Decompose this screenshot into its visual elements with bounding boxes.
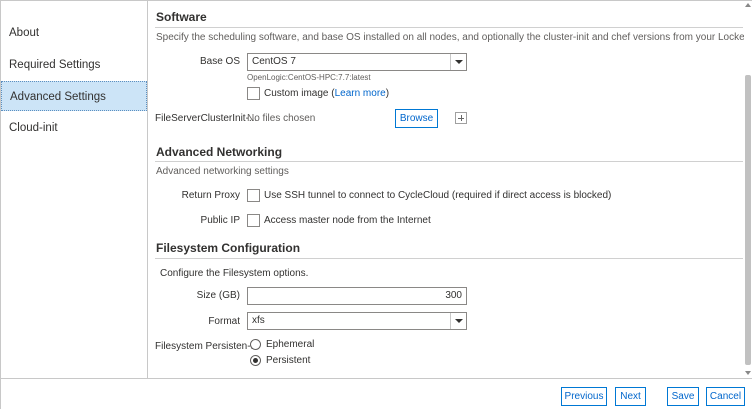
- persistent-radio[interactable]: [250, 355, 261, 366]
- no-files-text: No files chosen: [247, 113, 316, 124]
- sidebar-item-cloud-init[interactable]: Cloud-init: [1, 113, 147, 143]
- base-os-label: Base OS: [199, 56, 240, 67]
- ephemeral-radio[interactable]: [250, 339, 261, 350]
- custom-image-suffix: ): [385, 88, 390, 99]
- base-os-value: CentOS 7: [252, 56, 296, 67]
- vertical-scrollbar[interactable]: [744, 1, 752, 378]
- next-button[interactable]: Next: [615, 387, 646, 406]
- cluster-settings-window: About Required Settings Advanced Setting…: [0, 0, 752, 409]
- sidebar-nav: About Required Settings Advanced Setting…: [1, 1, 148, 378]
- section-divider: [155, 27, 743, 28]
- public-ip-label: Public IP: [200, 215, 240, 226]
- sidebar-item-advanced-settings[interactable]: Advanced Settings: [1, 81, 147, 111]
- scroll-down-icon[interactable]: [745, 371, 751, 375]
- scroll-up-icon[interactable]: [745, 3, 751, 7]
- chevron-down-icon[interactable]: [450, 54, 466, 70]
- save-button[interactable]: Save: [667, 387, 699, 406]
- filesystem-section-title: Filesystem Configuration: [156, 241, 301, 255]
- previous-button[interactable]: Previous: [561, 387, 607, 406]
- custom-image-label: Custom image (Learn more): [264, 88, 389, 99]
- networking-section-title: Advanced Networking: [156, 145, 283, 159]
- persistent-label: Persistent: [266, 355, 311, 366]
- custom-image-text: Custom image (: [264, 88, 335, 99]
- chevron-down-icon[interactable]: [450, 313, 466, 329]
- base-os-hint: OpenLogic:CentOS-HPC:7.7:latest: [247, 73, 371, 82]
- format-label: Format: [208, 316, 240, 327]
- add-cluster-init-icon[interactable]: [455, 112, 467, 124]
- sidebar-item-required-settings[interactable]: Required Settings: [1, 50, 147, 80]
- dialog-footer: Previous Next Save Cancel: [1, 378, 752, 409]
- software-section-title: Software: [156, 10, 207, 24]
- public-ip-text: Access master node from the Internet: [264, 215, 431, 226]
- custom-image-checkbox[interactable]: [247, 87, 260, 100]
- persistence-label: Filesystem Persisten-...: [155, 341, 259, 352]
- ephemeral-label: Ephemeral: [266, 339, 315, 350]
- browse-button[interactable]: Browse: [395, 109, 438, 128]
- format-value: xfs: [252, 315, 265, 326]
- return-proxy-text: Use SSH tunnel to connect to CycleCloud …: [264, 190, 612, 201]
- software-description: Specify the scheduling software, and bas…: [156, 32, 744, 43]
- networking-description: Advanced networking settings: [156, 166, 289, 177]
- filesystem-description: Configure the Filesystem options.: [160, 268, 309, 279]
- advanced-settings-panel: Software Specify the scheduling software…: [148, 1, 744, 378]
- return-proxy-label: Return Proxy: [181, 190, 240, 201]
- size-label: Size (GB): [196, 290, 240, 301]
- size-input[interactable]: 300: [247, 287, 467, 305]
- learn-more-link[interactable]: Learn more: [335, 88, 386, 99]
- public-ip-checkbox[interactable]: [247, 214, 260, 227]
- return-proxy-checkbox[interactable]: [247, 189, 260, 202]
- cancel-button[interactable]: Cancel: [706, 387, 745, 406]
- cluster-init-label: FileServerClusterInit-...: [155, 113, 258, 124]
- section-divider: [155, 258, 743, 259]
- sidebar-item-about[interactable]: About: [1, 18, 147, 48]
- base-os-select[interactable]: CentOS 7: [247, 53, 467, 71]
- section-divider: [155, 161, 743, 162]
- scrollbar-thumb[interactable]: [745, 75, 751, 365]
- format-select[interactable]: xfs: [247, 312, 467, 330]
